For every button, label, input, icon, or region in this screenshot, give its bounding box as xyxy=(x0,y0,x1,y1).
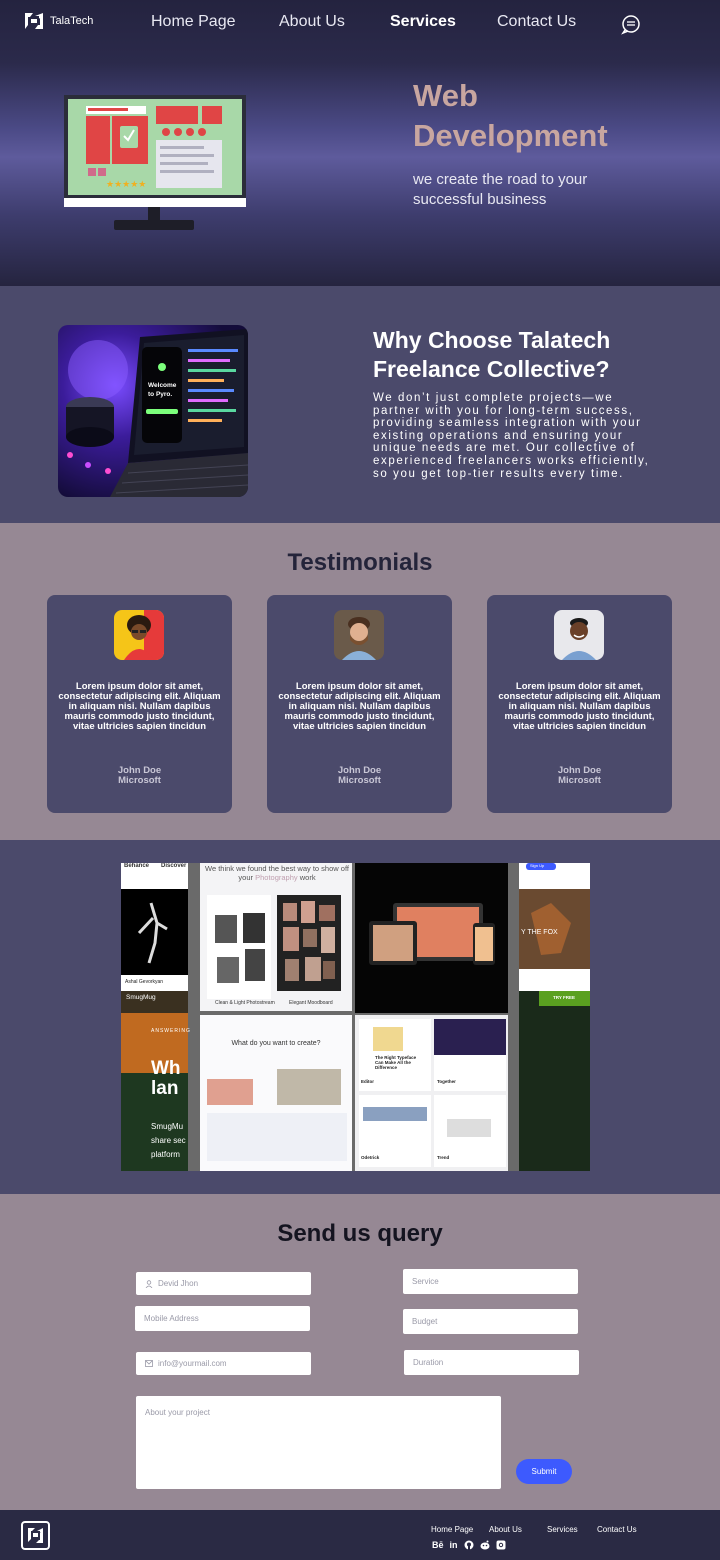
collage-try-label: TRY FREE xyxy=(553,995,576,1000)
footer-link-about[interactable]: About Us xyxy=(489,1525,522,1534)
testimonial-card: Lorem ipsum dolor sit amet, consectetur … xyxy=(47,595,232,813)
mail-icon xyxy=(145,1360,153,1367)
mobile-field[interactable]: Mobile Address xyxy=(135,1306,310,1331)
testimonial-card: Lorem ipsum dolor sit amet, consectetur … xyxy=(487,595,672,813)
email-placeholder: info@yourmail.com xyxy=(158,1359,227,1368)
why-text: We don’t just complete projects—we partn… xyxy=(373,392,650,480)
name-placeholder: Devid Jhon xyxy=(158,1279,199,1288)
laptop-photo: Welcome to Pyro. xyxy=(58,325,248,497)
svg-text:to Pyro.: to Pyro. xyxy=(148,391,172,398)
query-title: Send us query xyxy=(277,1220,443,1247)
testimonial-author: John Doe Microsoft xyxy=(267,766,452,786)
submit-button[interactable]: Submit xyxy=(516,1459,572,1484)
hero-title-line2: Development xyxy=(413,118,608,153)
author-company: Microsoft xyxy=(118,775,161,786)
collage-discover-label: Discover xyxy=(161,863,187,869)
portfolio-collage: Behance Discover Ashal Gevorkyan SmugMug… xyxy=(121,863,590,1171)
portfolio-gallery: Behance Discover Ashal Gevorkyan SmugMug… xyxy=(0,840,720,1194)
laptop-photo-graphic: Welcome to Pyro. xyxy=(66,329,248,497)
hero-subtitle: we create the road to your successful bu… xyxy=(413,171,588,208)
collage-editor-label: Editor xyxy=(361,1079,374,1084)
main-nav: Home Page About Us Services Contact Us xyxy=(0,13,720,35)
nav-services[interactable]: Services xyxy=(390,13,456,31)
collage-heading-b: Photography xyxy=(255,873,298,882)
duration-placeholder: Duration xyxy=(413,1358,444,1367)
author-company: Microsoft xyxy=(558,775,601,786)
nav-home[interactable]: Home Page xyxy=(151,13,236,31)
email-field[interactable]: info@yourmail.com xyxy=(136,1352,311,1375)
collage-typeface-label: The Right Typeface Can Make All the Diff… xyxy=(375,1055,417,1070)
collage-artist-label: Ashal Gevorkyan xyxy=(125,979,164,985)
hero-section: TalaTech Home Page About Us Services Con… xyxy=(0,0,720,286)
instagram-icon[interactable] xyxy=(496,1540,506,1550)
behance-icon[interactable]: Bē xyxy=(432,1540,444,1550)
collage-create-label: What do you want to create? xyxy=(231,1040,321,1047)
testimonials-title: Testimonials xyxy=(287,549,433,576)
hero-title: Web Development xyxy=(413,76,693,156)
monitor-illustration: ★★★★★ xyxy=(64,95,246,230)
avatar xyxy=(114,610,164,660)
reddit-icon[interactable] xyxy=(480,1540,490,1550)
collage-heading: We think we found the best way to show o… xyxy=(205,864,349,882)
avatar xyxy=(554,610,604,660)
author-company: Microsoft xyxy=(338,775,381,786)
footer-link-contact[interactable]: Contact Us xyxy=(597,1525,637,1534)
footer-link-home[interactable]: Home Page xyxy=(431,1525,473,1534)
mobile-placeholder: Mobile Address xyxy=(144,1314,199,1323)
collage-heading-c: work xyxy=(299,873,316,882)
query-section: Send us query Devid Jhon Mobile Address … xyxy=(0,1194,720,1510)
testimonial-author: John Doe Microsoft xyxy=(47,766,232,786)
avatar xyxy=(334,610,384,660)
footer-logo-icon[interactable] xyxy=(21,1521,50,1550)
collage-answering-label: ANSWERING xyxy=(151,1028,191,1034)
testimonial-author: John Doe Microsoft xyxy=(487,766,672,786)
collage-fox-label: Y THE FOX xyxy=(521,929,558,936)
budget-field[interactable]: Budget xyxy=(403,1309,578,1334)
user-icon xyxy=(145,1279,153,1288)
testimonial-card: Lorem ipsum dolor sit amet, consectetur … xyxy=(267,595,452,813)
linkedin-icon[interactable]: in xyxy=(450,1540,458,1550)
service-field[interactable]: Service xyxy=(403,1269,578,1294)
collage-big-text: Wh lan xyxy=(151,1059,181,1099)
collage-trend-label: Trend xyxy=(437,1155,450,1160)
social-links: Bē in xyxy=(432,1540,506,1550)
svg-text:★★★★★: ★★★★★ xyxy=(106,180,146,190)
why-title: Why Choose Talatech Freelance Collective… xyxy=(373,327,611,382)
name-field[interactable]: Devid Jhon xyxy=(136,1272,311,1295)
nav-contact[interactable]: Contact Us xyxy=(497,13,576,31)
duration-field[interactable]: Duration xyxy=(404,1350,579,1375)
nav-about[interactable]: About Us xyxy=(279,13,345,31)
collage-together-label: Together xyxy=(437,1079,456,1084)
svg-text:Welcome: Welcome xyxy=(148,382,177,389)
testimonial-quote: Lorem ipsum dolor sit amet, consectetur … xyxy=(498,681,661,732)
service-placeholder: Service xyxy=(412,1277,439,1286)
about-placeholder: About your project xyxy=(145,1408,210,1417)
testimonial-quote: Lorem ipsum dolor sit amet, consectetur … xyxy=(58,681,221,732)
github-icon[interactable] xyxy=(464,1540,474,1550)
chat-bubble-icon[interactable] xyxy=(620,13,642,35)
why-section: Welcome to Pyro. Why Choose Talatech Fre… xyxy=(0,286,720,523)
collage-moodboard-label: Elegant Moodboard xyxy=(289,1000,333,1006)
collage-smugmug-label: SmugMug xyxy=(126,994,156,1001)
collage-smug-share: SmugMu share sec platform xyxy=(151,1122,186,1159)
collage-clean-label: Clean & Light Photostream xyxy=(215,1000,275,1006)
testimonials-section: Testimonials Lorem ipsum dolor sit amet,… xyxy=(0,523,720,840)
testimonial-quote: Lorem ipsum dolor sit amet, consectetur … xyxy=(278,681,441,732)
budget-placeholder: Budget xyxy=(412,1317,438,1326)
footer: Home Page About Us Services Contact Us B… xyxy=(0,1510,720,1560)
collage-graphic xyxy=(121,863,590,1171)
collage-behance-label: Behance xyxy=(124,863,150,869)
project-description-field[interactable]: About your project xyxy=(136,1396,501,1489)
collage-odetrick-label: Odetrick xyxy=(361,1155,380,1160)
hero-title-line1: Web xyxy=(413,78,478,113)
footer-link-services[interactable]: Services xyxy=(547,1525,578,1534)
collage-signup-label: Sign Up xyxy=(530,863,545,868)
